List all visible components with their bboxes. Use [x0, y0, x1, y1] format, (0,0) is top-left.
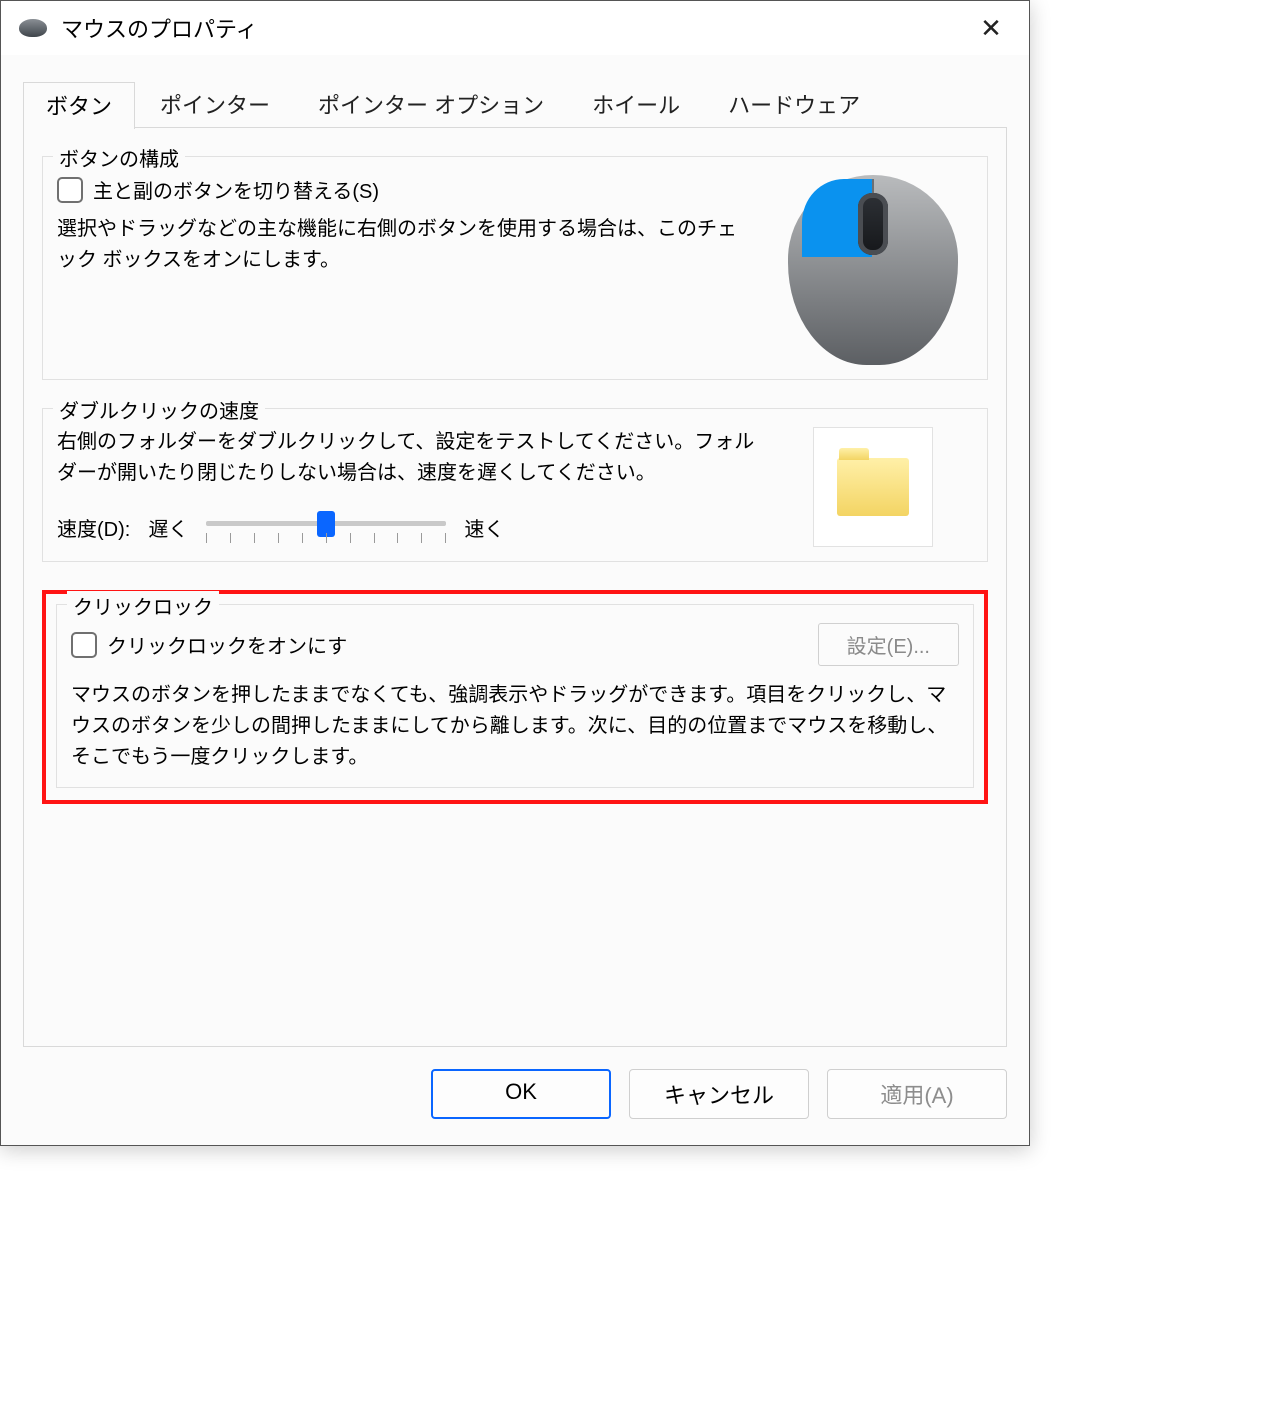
titlebar: マウスのプロパティ ✕	[1, 1, 1029, 55]
client-area: ボタン ポインター ポインター オプション ホイール ハードウェア ボタンの構成…	[1, 55, 1029, 1047]
swap-buttons-label: 主と副のボタンを切り替える(S)	[93, 175, 379, 204]
mouse-graphic	[788, 175, 958, 365]
cancel-button[interactable]: キャンセル	[629, 1069, 809, 1119]
mouse-icon	[19, 19, 47, 37]
tabstrip: ボタン ポインター ポインター オプション ホイール ハードウェア	[23, 81, 1007, 128]
double-click-speed-slider[interactable]	[206, 507, 446, 547]
clicklock-settings-button: 設定(E)...	[818, 623, 959, 666]
group-click-lock-legend: クリックロック	[67, 591, 219, 620]
dialog-footer: OK キャンセル 適用(A)	[1, 1047, 1029, 1145]
close-icon[interactable]: ✕	[971, 13, 1011, 44]
clicklock-label: クリックロックをオンにす	[107, 630, 347, 659]
window-title: マウスのプロパティ	[61, 12, 971, 44]
group-double-click: ダブルクリックの速度 右側のフォルダーをダブルクリックして、設定をテストしてくだ…	[42, 408, 988, 562]
folder-icon	[837, 458, 909, 516]
clicklock-highlight: クリックロック クリックロックをオンにす 設定(E)... マウスのボタンを押し…	[42, 590, 988, 804]
ok-button[interactable]: OK	[431, 1069, 611, 1119]
clicklock-description: マウスのボタンを押したままでなくても、強調表示やドラッグができます。項目をクリッ…	[71, 680, 959, 773]
mouse-properties-dialog: マウスのプロパティ ✕ ボタン ポインター ポインター オプション ホイール ハ…	[0, 0, 1030, 1146]
tab-pointer[interactable]: ポインター	[137, 81, 293, 128]
tab-panel: ボタンの構成 主と副のボタンを切り替える(S) 選択やドラッグなどの主な機能に右…	[23, 127, 1007, 1047]
group-click-lock: クリックロック クリックロックをオンにす 設定(E)... マウスのボタンを押し…	[56, 604, 974, 788]
double-click-test-area[interactable]	[813, 427, 933, 547]
swap-buttons-checkbox[interactable]	[57, 177, 83, 203]
clicklock-checkbox[interactable]	[71, 632, 97, 658]
group-double-click-legend: ダブルクリックの速度	[53, 395, 265, 424]
speed-label: 速度(D):	[57, 513, 130, 542]
tab-wheel[interactable]: ホイール	[569, 81, 703, 128]
group-button-config: ボタンの構成 主と副のボタンを切り替える(S) 選択やドラッグなどの主な機能に右…	[42, 156, 988, 380]
fast-label: 速く	[464, 513, 504, 542]
slow-label: 遅く	[148, 513, 188, 542]
apply-button: 適用(A)	[827, 1069, 1007, 1119]
tab-hardware[interactable]: ハードウェア	[705, 81, 883, 128]
tab-pointer-options[interactable]: ポインター オプション	[295, 81, 567, 128]
double-click-description: 右側のフォルダーをダブルクリックして、設定をテストしてください。フォルダーが開い…	[57, 427, 755, 489]
tab-buttons[interactable]: ボタン	[23, 82, 135, 129]
swap-buttons-description: 選択やドラッグなどの主な機能に右側のボタンを使用する場合は、このチェック ボック…	[57, 214, 755, 276]
group-button-config-legend: ボタンの構成	[53, 143, 185, 172]
